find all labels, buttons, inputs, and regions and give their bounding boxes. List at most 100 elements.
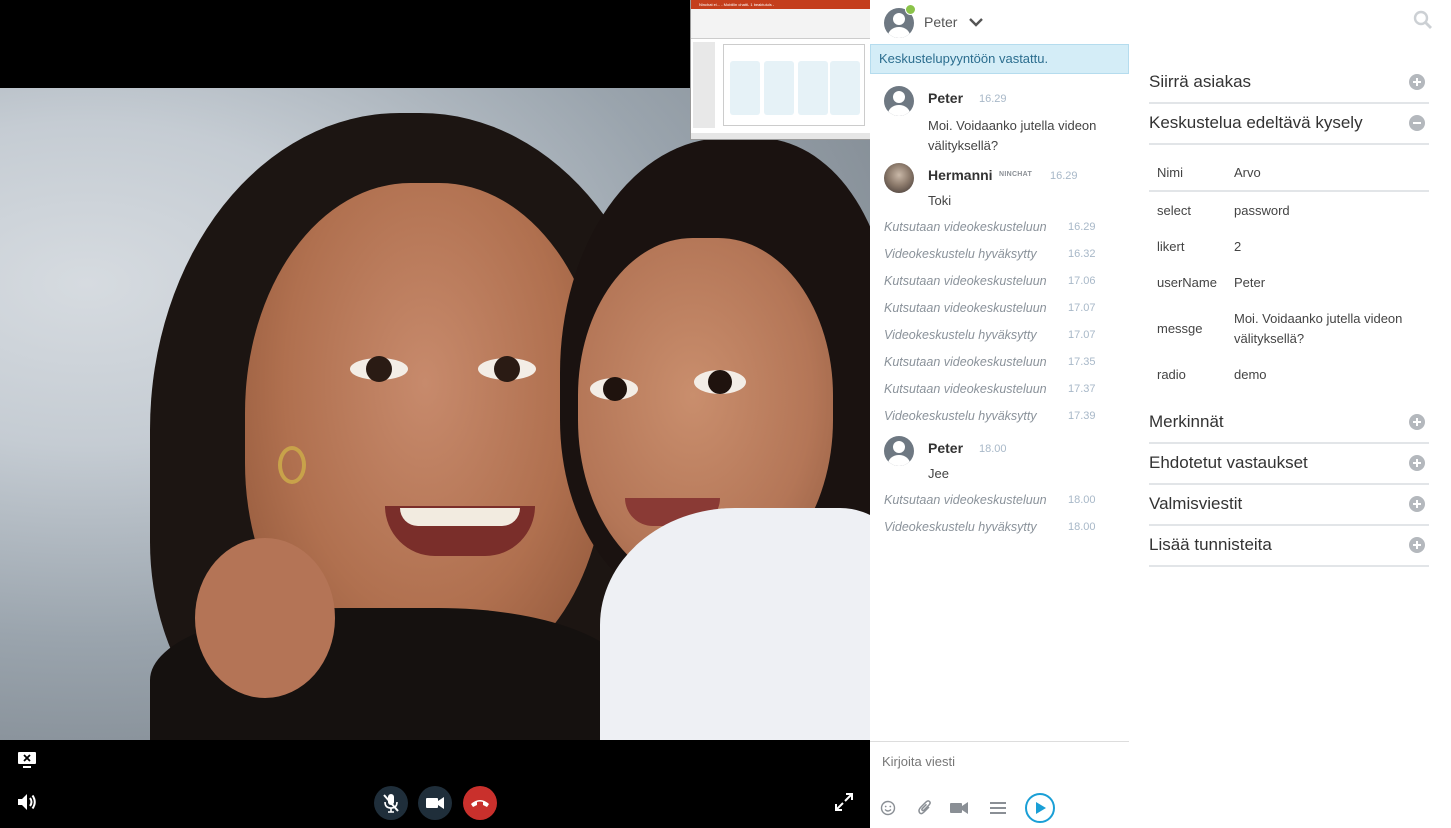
slide-card xyxy=(730,61,760,115)
section-ehdotetut-vastaukset[interactable]: Ehdotetut vastaukset xyxy=(1149,444,1429,485)
system-event-text: Kutsutaan videokeskusteluun xyxy=(884,301,1047,315)
survey-value: 2 xyxy=(1234,239,1242,254)
message-author: Peter xyxy=(928,440,964,456)
system-event: Videokeskustelu hyväksytty 17.39 xyxy=(884,409,1124,423)
message-time: 18.00 xyxy=(979,443,1007,455)
system-event-time: 18.00 xyxy=(1068,521,1096,533)
chat-header[interactable]: Peter xyxy=(870,0,1129,44)
message: Hermanni NINCHAT 16.29 Toki xyxy=(870,157,1129,208)
message-author: Peter xyxy=(928,90,964,106)
online-status-dot xyxy=(905,4,916,15)
message-composer xyxy=(870,741,1129,828)
system-event-time: 17.06 xyxy=(1068,275,1096,287)
volume-button[interactable] xyxy=(14,790,40,814)
system-event-text: Kutsutaan videokeskusteluun xyxy=(884,382,1047,396)
plus-circle-icon xyxy=(1409,414,1425,430)
send-icon xyxy=(1036,802,1046,814)
system-event-text: Videokeskustelu hyväksytty xyxy=(884,409,1037,423)
menu-icon xyxy=(990,802,1006,814)
message-author: Hermanni xyxy=(928,167,993,183)
screen-share-statusbar xyxy=(691,133,870,139)
info-side-panel: Siirrä asiakas Keskustelua edeltävä kyse… xyxy=(1129,0,1451,828)
chat-user-name: Peter xyxy=(924,14,958,30)
smiley-icon xyxy=(880,800,896,816)
video-call-button[interactable] xyxy=(949,798,969,818)
system-event-text: Kutsutaan videokeskusteluun xyxy=(884,274,1047,288)
video-teeth xyxy=(400,508,520,526)
system-event-text: Videokeskustelu hyväksytty xyxy=(884,520,1037,534)
user-avatar xyxy=(884,86,914,116)
system-event: Videokeskustelu hyväksytty 16.32 xyxy=(884,247,1124,261)
menu-button[interactable] xyxy=(988,798,1008,818)
system-event-time: 16.32 xyxy=(1068,248,1096,260)
video-earring xyxy=(278,446,306,484)
camera-icon xyxy=(426,797,444,809)
fullscreen-button[interactable] xyxy=(832,790,856,814)
system-event: Kutsutaan videokeskusteluun 18.00 xyxy=(884,493,1124,507)
section-title: Siirrä asiakas xyxy=(1149,72,1252,91)
hang-up-button[interactable] xyxy=(463,786,497,820)
fullscreen-icon xyxy=(835,793,853,811)
survey-key: Nimi xyxy=(1157,165,1183,180)
section-title: Valmisviestit xyxy=(1149,494,1243,513)
hang-up-icon xyxy=(471,800,489,807)
chat-panel: Peter Keskustelupyyntöön vastattu. Peter… xyxy=(870,0,1129,828)
system-event: Videokeskustelu hyväksytty 18.00 xyxy=(884,520,1124,534)
survey-value: Peter xyxy=(1234,275,1266,290)
camera-toggle-button[interactable] xyxy=(418,786,452,820)
emoji-button[interactable] xyxy=(878,798,898,818)
survey-value: demo xyxy=(1234,367,1267,382)
system-event-time: 17.07 xyxy=(1068,329,1096,341)
minus-circle-icon xyxy=(1409,115,1425,131)
system-event-text: Kutsutaan videokeskusteluun xyxy=(884,493,1047,507)
video-pupil xyxy=(708,370,732,394)
agent-badge: NINCHAT xyxy=(999,171,1033,178)
screen-share-thumbnail[interactable]: Ninchat ei... - Mobiilin chatti- 1 beakt… xyxy=(690,0,870,140)
slide-card xyxy=(764,61,794,115)
message-text: Jee xyxy=(928,466,949,481)
message-time: 16.29 xyxy=(1050,170,1078,182)
system-event-text: Videokeskustelu hyväksytty xyxy=(884,328,1037,342)
screen-share-off-button[interactable] xyxy=(14,748,40,772)
video-pupil xyxy=(494,356,520,382)
video-child-shirt xyxy=(600,508,870,740)
survey-key: select xyxy=(1157,203,1191,218)
section-siirra-asiakas[interactable]: Siirrä asiakas xyxy=(1149,63,1429,104)
video-pupil xyxy=(603,377,627,401)
survey-key: messge xyxy=(1157,321,1203,336)
microphone-toggle-button[interactable] xyxy=(374,786,408,820)
slide-card xyxy=(798,61,828,115)
message-input[interactable] xyxy=(882,750,1117,772)
message-text: Toki xyxy=(928,193,952,208)
section-merkinnat[interactable]: Merkinnät xyxy=(1149,403,1429,444)
section-title: Ehdotetut vastaukset xyxy=(1149,453,1308,472)
system-event-time: 16.29 xyxy=(1068,221,1096,233)
survey-value: Arvo xyxy=(1234,165,1261,180)
system-event: Kutsutaan videokeskusteluun 17.37 xyxy=(884,382,1124,396)
section-lisaa-tunnisteita[interactable]: Lisää tunnisteita xyxy=(1149,526,1429,567)
survey-key: likert xyxy=(1157,239,1185,254)
survey-key: userName xyxy=(1157,275,1217,290)
plus-circle-icon xyxy=(1409,537,1425,553)
message-text: Moi. Voidaanko jutella videon välityksel… xyxy=(928,118,1097,153)
search-icon[interactable] xyxy=(1413,10,1433,30)
screen-share-slide-list xyxy=(693,42,715,128)
section-pre-chat-survey[interactable]: Keskustelua edeltävä kysely xyxy=(1149,104,1429,145)
screen-share-ribbon xyxy=(691,9,870,39)
agent-avatar xyxy=(884,163,914,193)
system-event: Videokeskustelu hyväksytty 17.07 xyxy=(884,328,1124,342)
section-title: Merkinnät xyxy=(1149,412,1224,431)
slide-card xyxy=(830,61,860,115)
mic-muted-icon xyxy=(383,794,399,813)
send-button[interactable] xyxy=(1025,793,1055,823)
message: Peter 18.00 Jee xyxy=(870,430,1129,481)
section-valmisviestit[interactable]: Valmisviestit xyxy=(1149,485,1429,526)
message-time: 16.29 xyxy=(979,93,1007,105)
plus-circle-icon xyxy=(1409,74,1425,90)
chevron-down-icon[interactable] xyxy=(968,14,984,30)
section-title: Keskustelua edeltävä kysely xyxy=(1149,113,1363,132)
user-avatar xyxy=(884,436,914,466)
system-event-text: Videokeskustelu hyväksytty xyxy=(884,247,1037,261)
attach-button[interactable] xyxy=(915,798,935,818)
system-event: Kutsutaan videokeskusteluun 16.29 xyxy=(884,220,1124,234)
